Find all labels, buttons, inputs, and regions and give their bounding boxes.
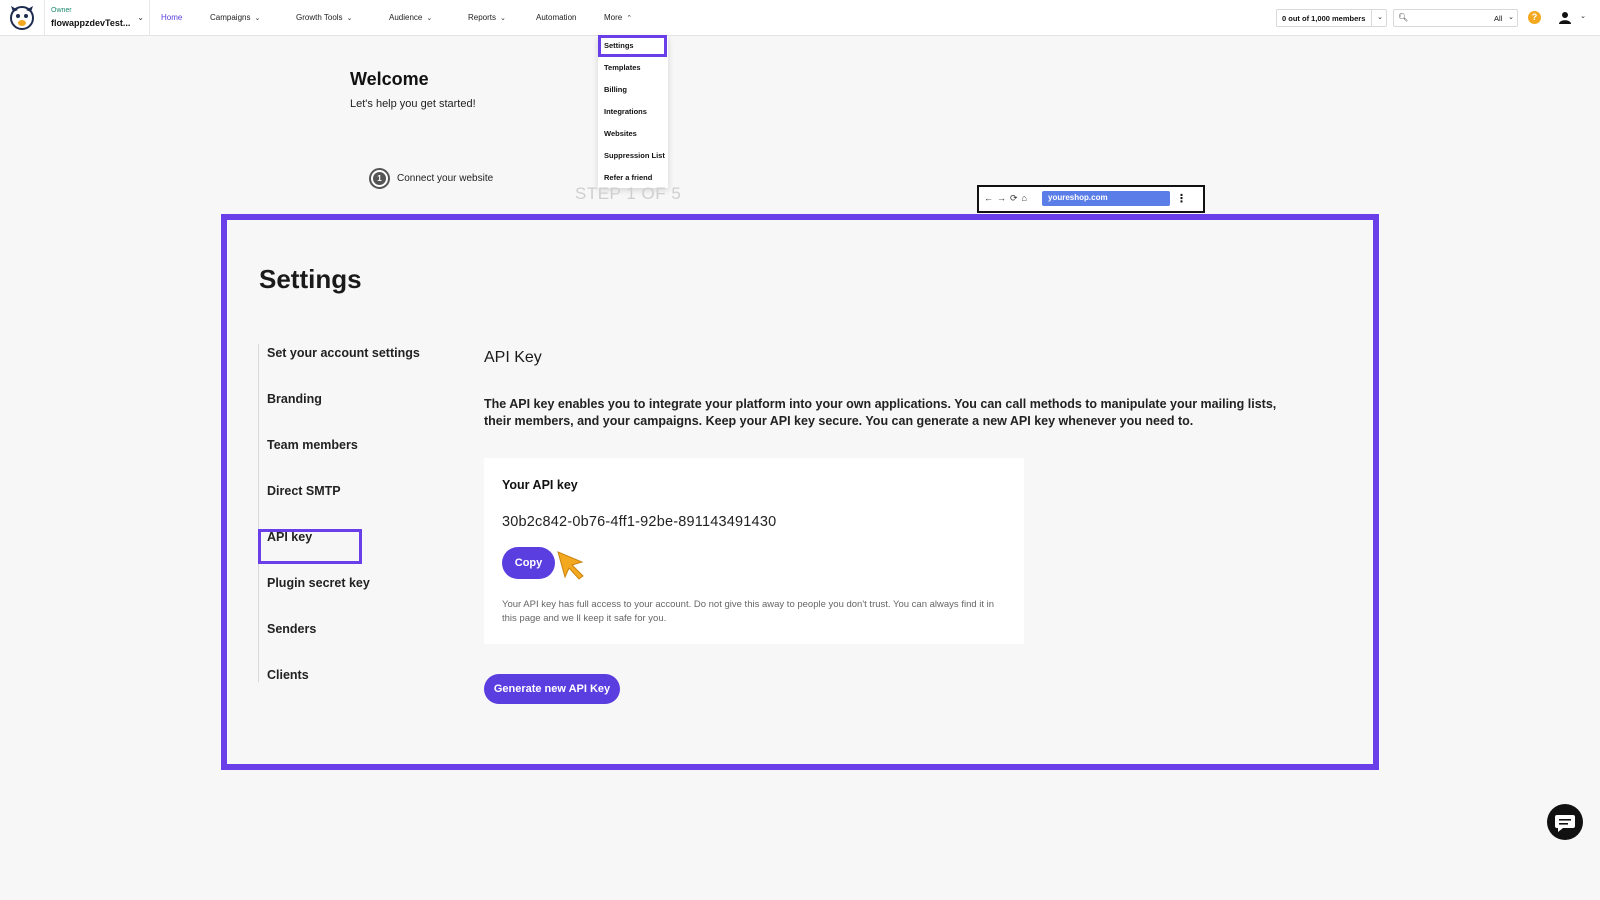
nav-item-audience[interactable]: Audience ⌄ <box>389 13 432 22</box>
chevron-down-icon: ⌄ <box>137 13 144 22</box>
welcome-title: Welcome <box>350 69 429 89</box>
browser-mockup: ←→⟳⌂ youreshop.com ⋮ <box>977 185 1205 213</box>
top-navigation-bar: Owner flowappzdevTest... ⌄ Home Campaigns… <box>0 0 1600 36</box>
nav-item-reports[interactable]: Reports ⌄ <box>468 13 506 22</box>
settings-panel: Settings Set your account settings Brandi… <box>221 214 1379 770</box>
chevron-down-icon: ⌄ <box>1377 14 1383 21</box>
user-icon <box>1559 12 1571 24</box>
api-key-card: Your API key 30b2c842-0b76-4ff1-92be-891… <box>484 458 1024 644</box>
nav-item-label: Automation <box>536 13 577 22</box>
step-indicator: 1 <box>369 168 390 189</box>
sidebar-item-clients[interactable]: Clients <box>267 668 309 682</box>
sidebar-item-direct-smtp[interactable]: Direct SMTP <box>267 484 341 498</box>
chevron-down-icon: ⌄ <box>1508 14 1514 21</box>
api-key-value: 30b2c842-0b76-4ff1-92be-891143491430 <box>502 514 777 530</box>
account-name: flowappzdevTest... <box>51 18 131 28</box>
help-icon[interactable]: ? <box>1528 11 1541 24</box>
nav-item-home[interactable]: Home <box>161 13 182 22</box>
nav-item-automation[interactable]: Automation <box>536 13 576 22</box>
generate-api-key-button[interactable]: Generate new API Key <box>484 674 620 704</box>
page-title: Settings <box>259 264 362 294</box>
settings-menu-highlight <box>598 35 667 57</box>
chat-icon <box>1555 815 1575 832</box>
nav-item-label: More <box>604 13 623 22</box>
chat-widget-button[interactable] <box>1547 804 1583 840</box>
browser-controls-icon: ←→⟳⌂ <box>984 193 1031 203</box>
section-description: The API key enables you to integrate you… <box>484 397 1277 428</box>
account-switcher[interactable]: Owner flowappzdevTest... ⌄ <box>44 0 150 36</box>
nav-item-growth-tools[interactable]: Growth Tools ⌄ <box>296 13 352 22</box>
search-scope-select[interactable]: All <box>1494 14 1502 23</box>
browser-url: youreshop.com <box>1042 191 1170 206</box>
members-usage-dropdown[interactable]: 0 out of 1,000 members ⌄ <box>1276 9 1387 27</box>
sidebar-item-senders[interactable]: Senders <box>267 622 316 636</box>
sidebar-item-team-members[interactable]: Team members <box>267 438 358 452</box>
copy-button[interactable]: Copy <box>502 547 555 579</box>
nav-item-more[interactable]: More ⌃ <box>604 13 632 22</box>
menu-item-templates[interactable]: Templates <box>604 63 641 72</box>
active-item-highlight <box>258 529 362 564</box>
section-title: API Key <box>484 349 542 366</box>
chevron-down-icon: ⌄ <box>254 15 261 22</box>
step-counter: STEP 1 OF 5 <box>575 184 682 203</box>
nav-item-label: Audience <box>389 13 423 22</box>
account-role: Owner <box>51 7 72 14</box>
menu-item-refer-a-friend[interactable]: Refer a friend <box>604 173 652 182</box>
nav-item-label: Reports <box>468 13 497 22</box>
menu-item-integrations[interactable]: Integrations <box>604 107 647 116</box>
chevron-up-icon: ⌃ <box>626 15 633 22</box>
cursor-pointer-icon <box>557 551 584 580</box>
nav-item-label: Growth Tools <box>296 13 343 22</box>
search-icon: 🔍︎ <box>1398 13 1409 22</box>
user-menu[interactable]: ⌄ <box>1558 10 1586 26</box>
welcome-subtitle: Let's help you get started! <box>350 98 476 110</box>
brand-logo-icon[interactable] <box>9 4 35 31</box>
sidebar-item-set-your-account-settings[interactable]: Set your account settings <box>267 346 420 360</box>
step-label: Connect your website <box>397 173 494 184</box>
more-dropdown-menu: Settings Templates Billing Integrations Webs… <box>598 36 668 188</box>
chevron-down-icon: ⌄ <box>1580 13 1586 20</box>
menu-item-websites[interactable]: Websites <box>604 129 637 138</box>
chevron-down-icon: ⌄ <box>500 15 506 22</box>
nav-item-label: Campaigns <box>210 13 251 22</box>
step-number: 1 <box>373 172 386 185</box>
sidebar-divider <box>258 344 259 682</box>
divider <box>1371 10 1372 26</box>
nav-item-label: Home <box>161 13 183 22</box>
menu-item-suppression-list[interactable]: Suppression List <box>604 151 665 160</box>
api-key-warning: Your API key has full access to your acc… <box>502 599 995 624</box>
members-usage-text: 0 out of 1,000 members <box>1282 14 1366 23</box>
sidebar-item-branding[interactable]: Branding <box>267 392 322 406</box>
api-key-card-title: Your API key <box>502 478 578 492</box>
menu-item-billing[interactable]: Billing <box>604 85 627 94</box>
search-input[interactable]: 🔍︎ All ⌄ <box>1393 9 1518 27</box>
sidebar-item-plugin-secret-key[interactable]: Plugin secret key <box>267 576 370 590</box>
nav-item-campaigns[interactable]: Campaigns ⌄ <box>210 13 260 22</box>
chevron-down-icon: ⌄ <box>426 15 433 22</box>
chevron-down-icon: ⌄ <box>346 15 353 22</box>
kebab-menu-icon: ⋮ <box>1176 193 1187 205</box>
